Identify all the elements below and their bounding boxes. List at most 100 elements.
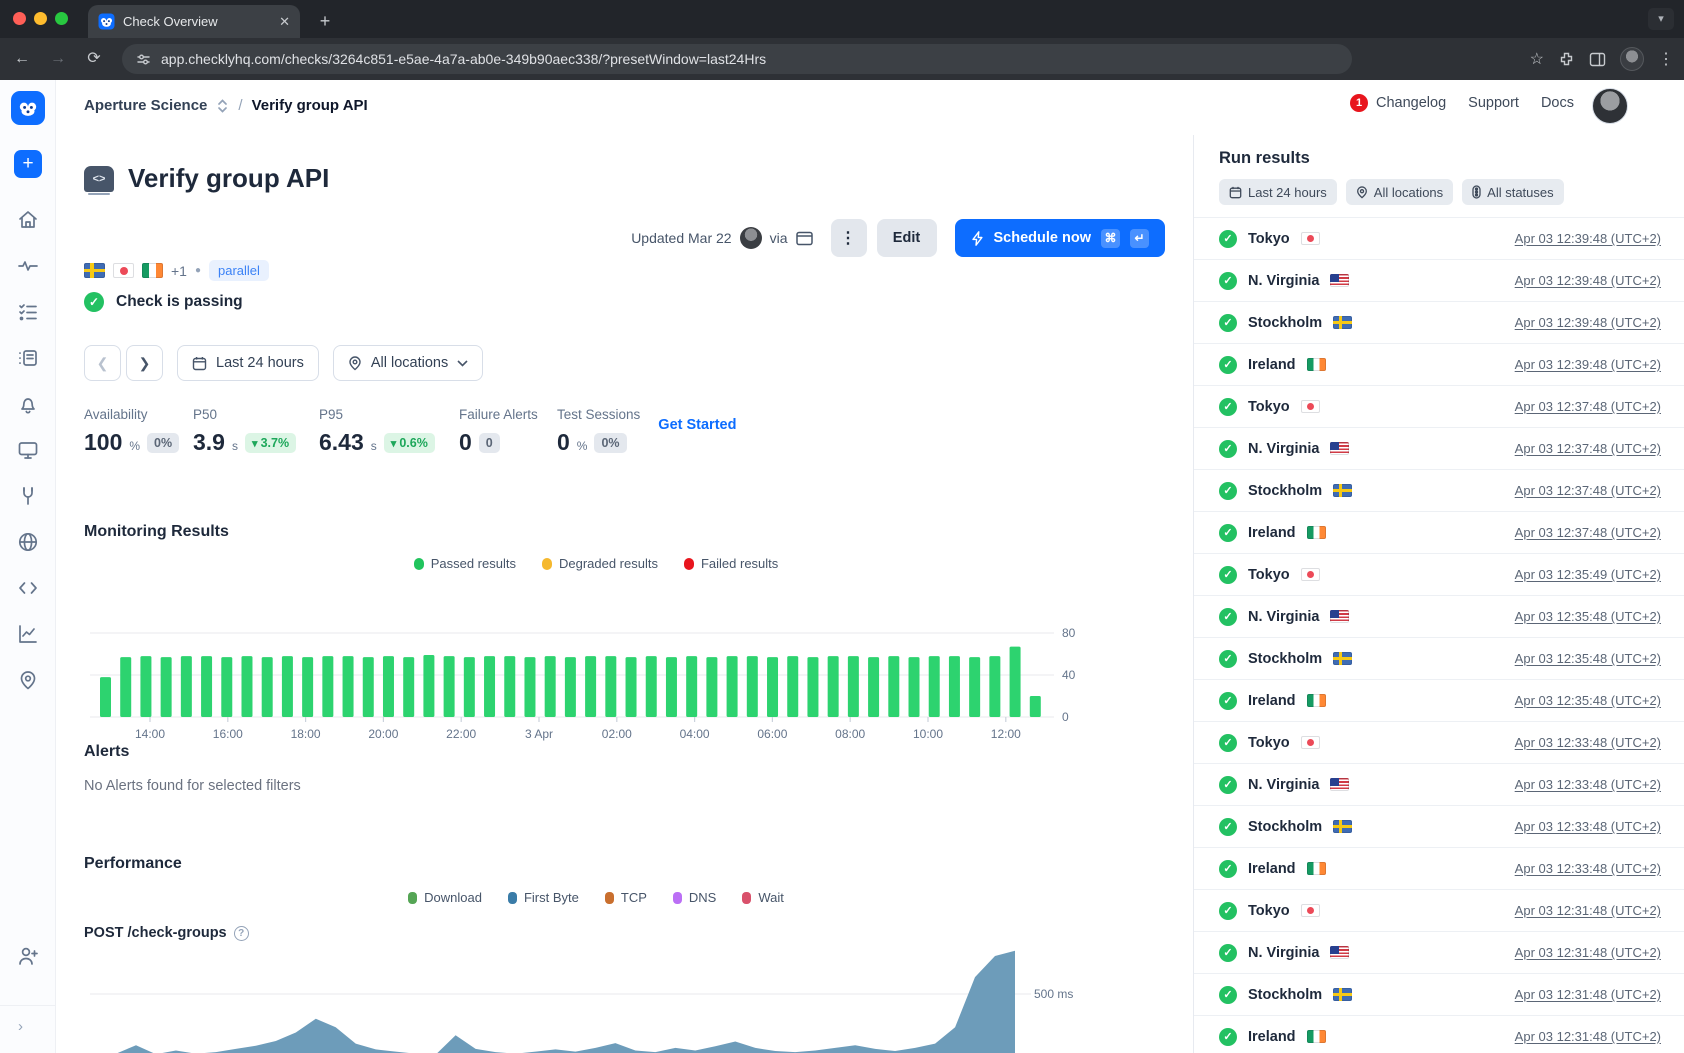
prev-period-button[interactable]: ❮ (84, 345, 121, 381)
run-result-row[interactable]: ✓IrelandApr 03 12:39:48 (UTC+2) (1194, 343, 1684, 385)
run-timestamp-link[interactable]: Apr 03 12:39:48 (UTC+2) (1515, 357, 1661, 372)
run-timestamp-link[interactable]: Apr 03 12:39:48 (UTC+2) (1515, 231, 1661, 246)
window-close-button[interactable] (13, 12, 26, 25)
sidebar-item-pin-icon[interactable] (16, 668, 40, 692)
extensions-icon[interactable] (1558, 51, 1575, 68)
monitoring-results-title: Monitoring Results (84, 523, 229, 541)
run-result-row[interactable]: ✓StockholmApr 03 12:37:48 (UTC+2) (1194, 469, 1684, 511)
help-icon[interactable]: ? (234, 926, 249, 941)
svg-text:40: 40 (1062, 668, 1076, 682)
run-result-row[interactable]: ✓N. VirginiaApr 03 12:31:48 (UTC+2) (1194, 931, 1684, 973)
run-timestamp-link[interactable]: Apr 03 12:33:48 (UTC+2) (1515, 819, 1661, 834)
stat-p50: P503.9s3.7% (193, 407, 319, 456)
account-select-icon[interactable] (216, 98, 229, 114)
run-result-row[interactable]: ✓N. VirginiaApr 03 12:39:48 (UTC+2) (1194, 259, 1684, 301)
time-range-filter[interactable]: Last 24 hours (177, 345, 319, 381)
run-timestamp-link[interactable]: Apr 03 12:37:48 (UTC+2) (1515, 483, 1661, 498)
sidebar-item-checks-icon[interactable] (16, 300, 40, 324)
run-filter-all-locations[interactable]: All locations (1346, 179, 1453, 205)
stat-badge: 0 (479, 433, 500, 453)
more-options-button[interactable]: ⋮ (831, 219, 867, 257)
sidebar-item-traces-icon[interactable] (16, 346, 40, 370)
run-timestamp-link[interactable]: Apr 03 12:37:48 (UTC+2) (1515, 399, 1661, 414)
run-timestamp-link[interactable]: Apr 03 12:31:48 (UTC+2) (1515, 1029, 1661, 1044)
site-settings-icon[interactable] (136, 52, 151, 67)
run-result-row[interactable]: ✓TokyoApr 03 12:33:48 (UTC+2) (1194, 721, 1684, 763)
checkly-logo[interactable] (11, 91, 45, 125)
back-button[interactable]: ← (8, 45, 36, 73)
run-result-row[interactable]: ✓IrelandApr 03 12:37:48 (UTC+2) (1194, 511, 1684, 553)
run-timestamp-link[interactable]: Apr 03 12:31:48 (UTC+2) (1515, 945, 1661, 960)
run-timestamp-link[interactable]: Apr 03 12:39:48 (UTC+2) (1515, 315, 1661, 330)
performance-chart[interactable]: 500 ms0 (84, 950, 1146, 1053)
browser-tab[interactable]: Check Overview ✕ (88, 5, 300, 38)
run-timestamp-link[interactable]: Apr 03 12:35:48 (UTC+2) (1515, 651, 1661, 666)
support-link[interactable]: Support (1468, 95, 1519, 111)
run-timestamp-link[interactable]: Apr 03 12:33:48 (UTC+2) (1515, 861, 1661, 876)
run-result-row[interactable]: ✓N. VirginiaApr 03 12:33:48 (UTC+2) (1194, 763, 1684, 805)
run-result-row[interactable]: ✓IrelandApr 03 12:33:48 (UTC+2) (1194, 847, 1684, 889)
schedule-now-button[interactable]: Schedule now ⌘ ↵ (955, 219, 1166, 257)
browser-menu-icon[interactable]: ⋮ (1658, 49, 1674, 69)
stats-row: Availability100%0%P503.9s3.7%P956.43s0.6… (84, 407, 736, 456)
run-filter-last-24-hours[interactable]: Last 24 hours (1219, 179, 1337, 205)
docs-link[interactable]: Docs (1541, 95, 1574, 111)
run-result-row[interactable]: ✓StockholmApr 03 12:33:48 (UTC+2) (1194, 805, 1684, 847)
address-bar[interactable]: app.checklyhq.com/checks/3264c851-e5ae-4… (122, 44, 1352, 74)
sidebar-item-home-icon[interactable] (16, 208, 40, 232)
run-result-row[interactable]: ✓StockholmApr 03 12:35:48 (UTC+2) (1194, 637, 1684, 679)
run-filter-all-statuses[interactable]: All statuses (1462, 179, 1563, 205)
run-timestamp-link[interactable]: Apr 03 12:31:48 (UTC+2) (1515, 987, 1661, 1002)
run-timestamp-link[interactable]: Apr 03 12:35:49 (UTC+2) (1515, 567, 1661, 582)
run-timestamp-link[interactable]: Apr 03 12:33:48 (UTC+2) (1515, 777, 1661, 792)
run-result-row[interactable]: ✓StockholmApr 03 12:31:48 (UTC+2) (1194, 973, 1684, 1015)
expand-rail-chevron[interactable]: › (18, 1018, 23, 1035)
edit-button[interactable]: Edit (877, 219, 937, 257)
tab-search-button[interactable]: ▾ (1648, 8, 1674, 30)
next-period-button[interactable]: ❯ (126, 345, 163, 381)
run-timestamp-link[interactable]: Apr 03 12:37:48 (UTC+2) (1515, 525, 1661, 540)
run-result-row[interactable]: ✓TokyoApr 03 12:31:48 (UTC+2) (1194, 889, 1684, 931)
run-timestamp-link[interactable]: Apr 03 12:37:48 (UTC+2) (1515, 441, 1661, 456)
sidebar-item-chart-icon[interactable] (16, 622, 40, 646)
locations-filter[interactable]: All locations (333, 345, 483, 381)
run-result-row[interactable]: ✓N. VirginiaApr 03 12:35:48 (UTC+2) (1194, 595, 1684, 637)
sidebar-item-wrench-icon[interactable] (16, 484, 40, 508)
run-timestamp-link[interactable]: Apr 03 12:31:48 (UTC+2) (1515, 903, 1661, 918)
run-result-row[interactable]: ✓TokyoApr 03 12:37:48 (UTC+2) (1194, 385, 1684, 427)
run-result-row[interactable]: ✓TokyoApr 03 12:39:48 (UTC+2) (1194, 217, 1684, 259)
tab-close-button[interactable]: ✕ (279, 14, 290, 30)
window-minimize-button[interactable] (34, 12, 47, 25)
run-result-row[interactable]: ✓StockholmApr 03 12:39:48 (UTC+2) (1194, 301, 1684, 343)
sidebar-item-code-icon[interactable] (16, 576, 40, 600)
run-result-row[interactable]: ✓N. VirginiaApr 03 12:37:48 (UTC+2) (1194, 427, 1684, 469)
location-pin-icon (1356, 186, 1368, 199)
sidebar-item-monitor-icon[interactable] (16, 438, 40, 462)
run-result-row[interactable]: ✓TokyoApr 03 12:35:49 (UTC+2) (1194, 553, 1684, 595)
run-result-row[interactable]: ✓IrelandApr 03 12:31:48 (UTC+2) (1194, 1015, 1684, 1053)
browser-window-icon (796, 231, 813, 246)
forward-button[interactable]: → (44, 45, 72, 73)
browser-profile-avatar[interactable] (1620, 47, 1644, 71)
sidebar-item-globe-icon[interactable] (16, 530, 40, 554)
sidebar-item-activity-icon[interactable] (16, 254, 40, 278)
run-timestamp-link[interactable]: Apr 03 12:33:48 (UTC+2) (1515, 735, 1661, 750)
monitoring-results-chart[interactable]: 8040014:0016:0018:0020:0022:003 Apr02:00… (84, 625, 1146, 750)
new-tab-button[interactable]: + (312, 9, 338, 35)
sidebar-item-bell-icon[interactable] (16, 392, 40, 416)
reload-button[interactable]: ⟳ (80, 45, 108, 73)
changelog-link[interactable]: Changelog (1376, 95, 1446, 111)
invite-user-icon[interactable] (16, 944, 40, 968)
side-panel-icon[interactable] (1589, 51, 1606, 68)
user-avatar[interactable] (1592, 88, 1628, 124)
window-zoom-button[interactable] (55, 12, 68, 25)
run-result-row[interactable]: ✓IrelandApr 03 12:35:48 (UTC+2) (1194, 679, 1684, 721)
run-timestamp-link[interactable]: Apr 03 12:35:48 (UTC+2) (1515, 693, 1661, 708)
create-new-button[interactable]: + (14, 150, 42, 178)
get-started-link[interactable]: Get Started (658, 417, 736, 456)
run-timestamp-link[interactable]: Apr 03 12:35:48 (UTC+2) (1515, 609, 1661, 624)
account-switcher[interactable]: Aperture Science (84, 97, 207, 114)
run-location: Stockholm (1248, 651, 1322, 667)
bookmark-star-icon[interactable]: ☆ (1530, 49, 1544, 69)
run-timestamp-link[interactable]: Apr 03 12:39:48 (UTC+2) (1515, 273, 1661, 288)
